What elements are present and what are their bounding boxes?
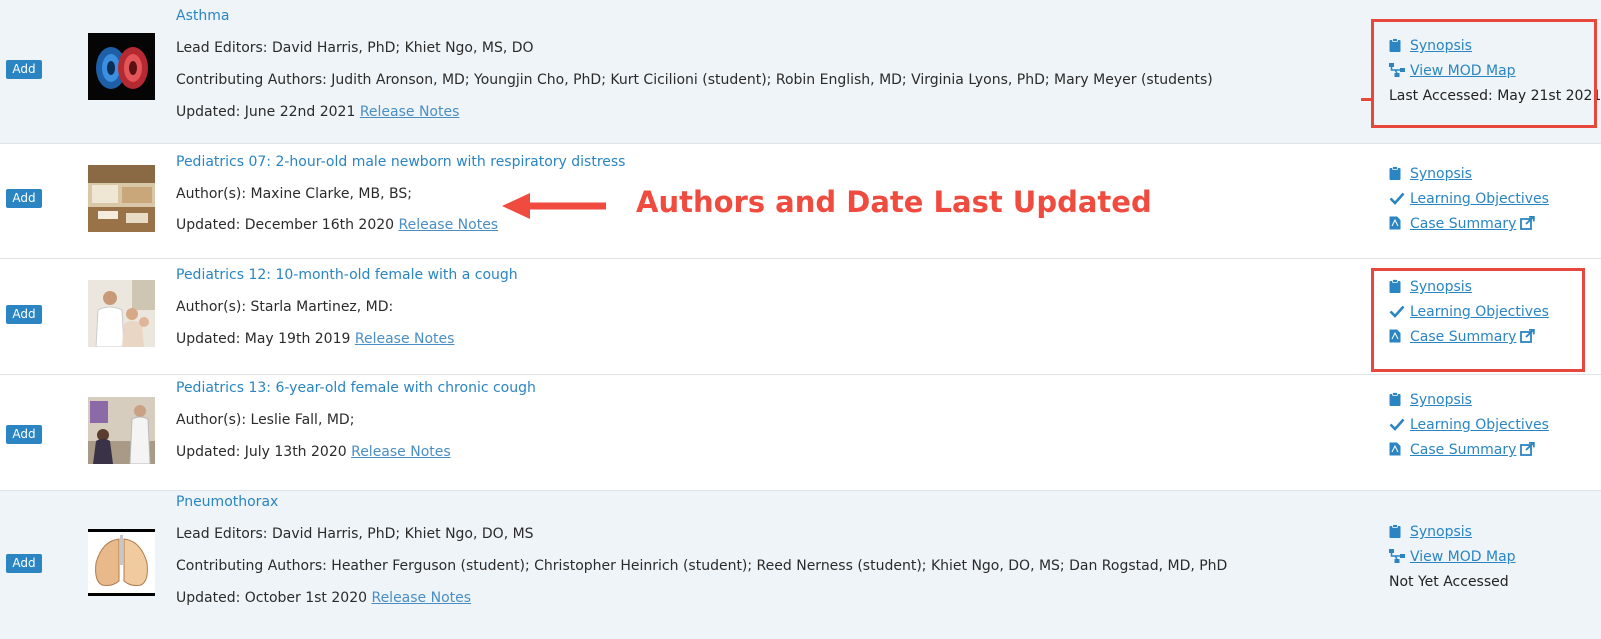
check-icon [1389, 417, 1405, 435]
learning-objectives-link-row[interactable]: Learning Objectives [1389, 417, 1549, 435]
updated-line: Updated: June 22nd 2021 Release Notes [176, 104, 459, 120]
release-notes-link[interactable]: Release Notes [399, 217, 499, 233]
case-row-pneumothorax: Add Pneumothorax Lead Editors: David Har… [0, 491, 1601, 639]
updated-date: Updated: October 1st 2020 [176, 590, 368, 606]
updated-date: Updated: May 19th 2019 [176, 331, 351, 347]
pdf-file-icon [1389, 216, 1405, 234]
view-mod-map-link-row[interactable]: View MOD Map [1389, 549, 1516, 567]
add-button[interactable]: Add [6, 305, 42, 324]
updated-line: Updated: October 1st 2020 Release Notes [176, 590, 471, 606]
case-thumbnail-infant-cough [88, 280, 155, 347]
authors: Author(s): Starla Martinez, MD: [176, 299, 394, 315]
updated-date: Updated: December 16th 2020 [176, 217, 395, 233]
external-link-icon [1520, 441, 1536, 460]
contributing-authors: Contributing Authors: Heather Ferguson (… [176, 558, 1228, 574]
authors: Author(s): Maxine Clarke, MB, BS; [176, 186, 412, 202]
release-notes-link[interactable]: Release Notes [371, 590, 471, 606]
synopsis-link[interactable]: Synopsis [1410, 524, 1472, 540]
contributing-authors: Contributing Authors: Judith Aronson, MD… [176, 72, 1213, 88]
highlight-box-asthma-links [1371, 19, 1597, 128]
add-button[interactable]: Add [6, 60, 42, 79]
clipboard-icon [1389, 524, 1405, 542]
highlight-box-connector [1361, 98, 1372, 101]
learning-objectives-link-row[interactable]: Learning Objectives [1389, 191, 1549, 209]
updated-line: Updated: July 13th 2020 Release Notes [176, 444, 451, 460]
updated-date: Updated: July 13th 2020 [176, 444, 347, 460]
add-button[interactable]: Add [6, 554, 42, 573]
case-row-pediatrics-13: Add Pediatrics 13: 6-year-old female wit… [0, 375, 1601, 491]
external-link-icon [1520, 215, 1536, 234]
case-title[interactable]: Pediatrics 12: 10-month-old female with … [176, 267, 518, 283]
learning-objectives-link[interactable]: Learning Objectives [1410, 417, 1549, 433]
release-notes-link[interactable]: Release Notes [351, 444, 451, 460]
add-button[interactable]: Add [6, 425, 42, 444]
sitemap-icon [1389, 549, 1405, 567]
case-row-asthma: Add Asthma Lead Editors: David Harris, P… [0, 0, 1601, 144]
case-title[interactable]: Pneumothorax [176, 494, 278, 510]
case-row-pediatrics-12: Add Pediatrics 12: 10-month-old female w… [0, 259, 1601, 375]
case-summary-link-row[interactable]: Case Summary [1389, 215, 1536, 234]
case-title[interactable]: Asthma [176, 8, 229, 24]
case-title[interactable]: Pediatrics 07: 2-hour-old male newborn w… [176, 154, 625, 170]
view-mod-map-link[interactable]: View MOD Map [1410, 549, 1516, 565]
synopsis-link[interactable]: Synopsis [1410, 166, 1472, 182]
case-thumbnail-asthma [88, 33, 155, 100]
synopsis-link-row[interactable]: Synopsis [1389, 166, 1472, 184]
case-thumbnail-newborn [88, 165, 155, 232]
case-summary-link[interactable]: Case Summary [1410, 216, 1516, 232]
synopsis-link[interactable]: Synopsis [1410, 392, 1472, 408]
updated-date: Updated: June 22nd 2021 [176, 104, 356, 120]
release-notes-link[interactable]: Release Notes [360, 104, 460, 120]
clipboard-icon [1389, 166, 1405, 184]
case-thumbnail-chronic-cough [88, 397, 155, 464]
annotation-label: Authors and Date Last Updated [636, 185, 1152, 219]
authors: Author(s): Leslie Fall, MD; [176, 412, 355, 428]
not-yet-accessed: Not Yet Accessed [1389, 574, 1509, 590]
highlight-box-pediatrics-12-links [1371, 268, 1585, 372]
case-title[interactable]: Pediatrics 13: 6-year-old female with ch… [176, 380, 536, 396]
clipboard-icon [1389, 392, 1405, 410]
learning-objectives-link[interactable]: Learning Objectives [1410, 191, 1549, 207]
add-button[interactable]: Add [6, 189, 42, 208]
case-summary-link[interactable]: Case Summary [1410, 442, 1516, 458]
case-thumbnail-pneumothorax [88, 529, 155, 596]
lead-editors: Lead Editors: David Harris, PhD; Khiet N… [176, 526, 534, 542]
check-icon [1389, 191, 1405, 209]
updated-line: Updated: May 19th 2019 Release Notes [176, 331, 454, 347]
lead-editors: Lead Editors: David Harris, PhD; Khiet N… [176, 40, 534, 56]
case-summary-link-row[interactable]: Case Summary [1389, 441, 1536, 460]
release-notes-link[interactable]: Release Notes [355, 331, 455, 347]
synopsis-link-row[interactable]: Synopsis [1389, 524, 1472, 542]
annotation-arrow-icon [502, 193, 606, 219]
updated-line: Updated: December 16th 2020 Release Note… [176, 217, 498, 233]
synopsis-link-row[interactable]: Synopsis [1389, 392, 1472, 410]
pdf-file-icon [1389, 442, 1405, 460]
